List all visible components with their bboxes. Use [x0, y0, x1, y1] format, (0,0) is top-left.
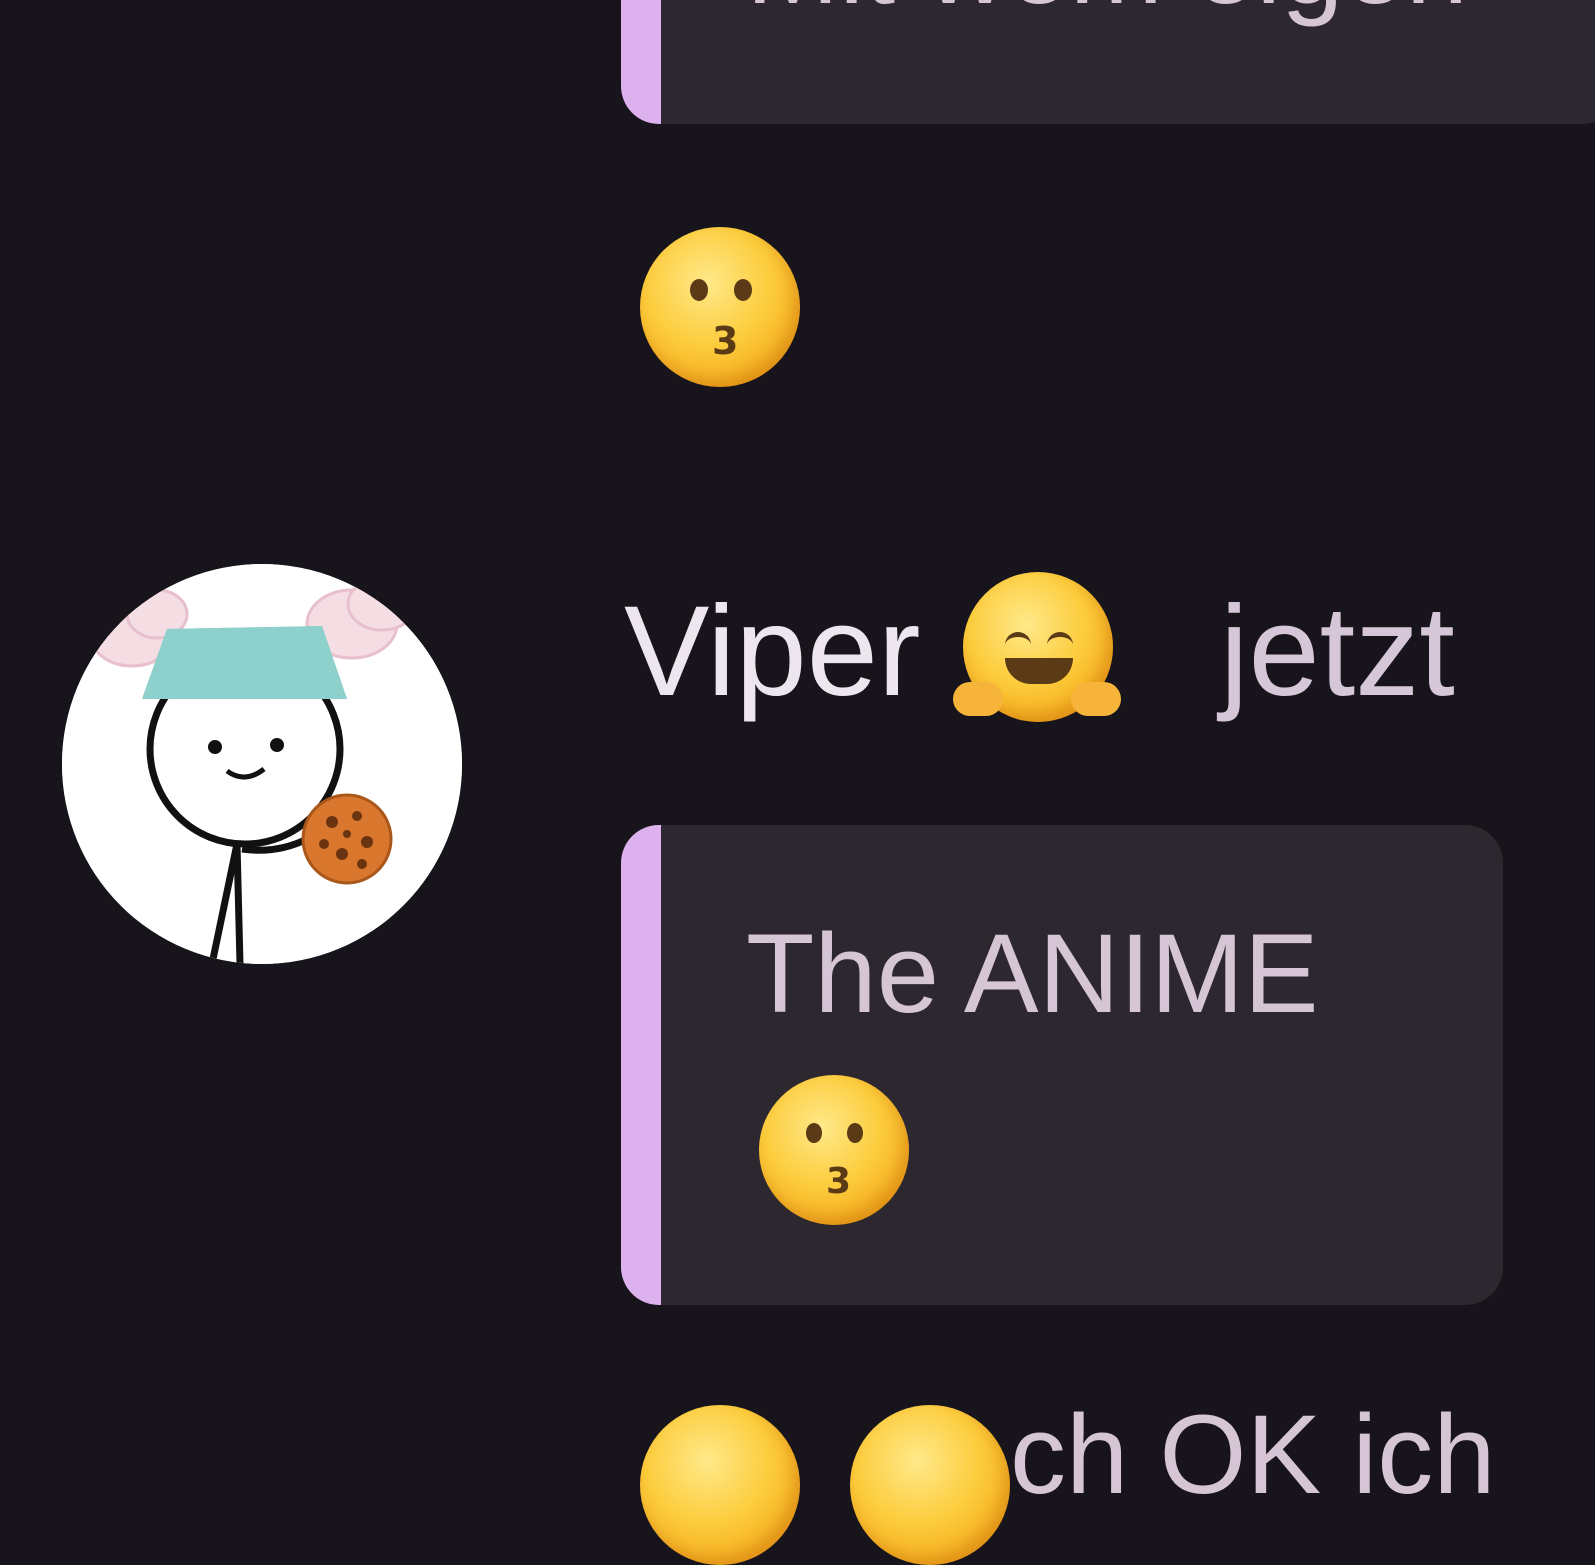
avatar-stickman-with-cookie: [62, 564, 462, 964]
top-quote-block[interactable]: Mit wem eigen: [621, 0, 1595, 124]
avatar[interactable]: [62, 564, 462, 964]
saluting-face-icon: [850, 1405, 1010, 1565]
quote-accent-bar: [621, 0, 661, 124]
sender-name[interactable]: Viper: [624, 578, 921, 725]
reply-quote-text: The ANIME: [746, 911, 1319, 1036]
top-quote-text: Mit wem eigen: [746, 0, 1468, 29]
quote-accent-bar: [621, 825, 661, 1305]
hugging-face-icon: [953, 572, 1121, 722]
kissing-face-icon: 3: [640, 227, 800, 387]
message-timestamp: jetzt: [1220, 580, 1455, 723]
unamused-face-icon: [640, 1405, 800, 1565]
bottom-partial-text: ch OK ich: [1010, 1392, 1496, 1517]
reply-quote-block[interactable]: The ANIME 3: [621, 825, 1503, 1305]
kissing-face-icon: 3: [759, 1075, 909, 1225]
